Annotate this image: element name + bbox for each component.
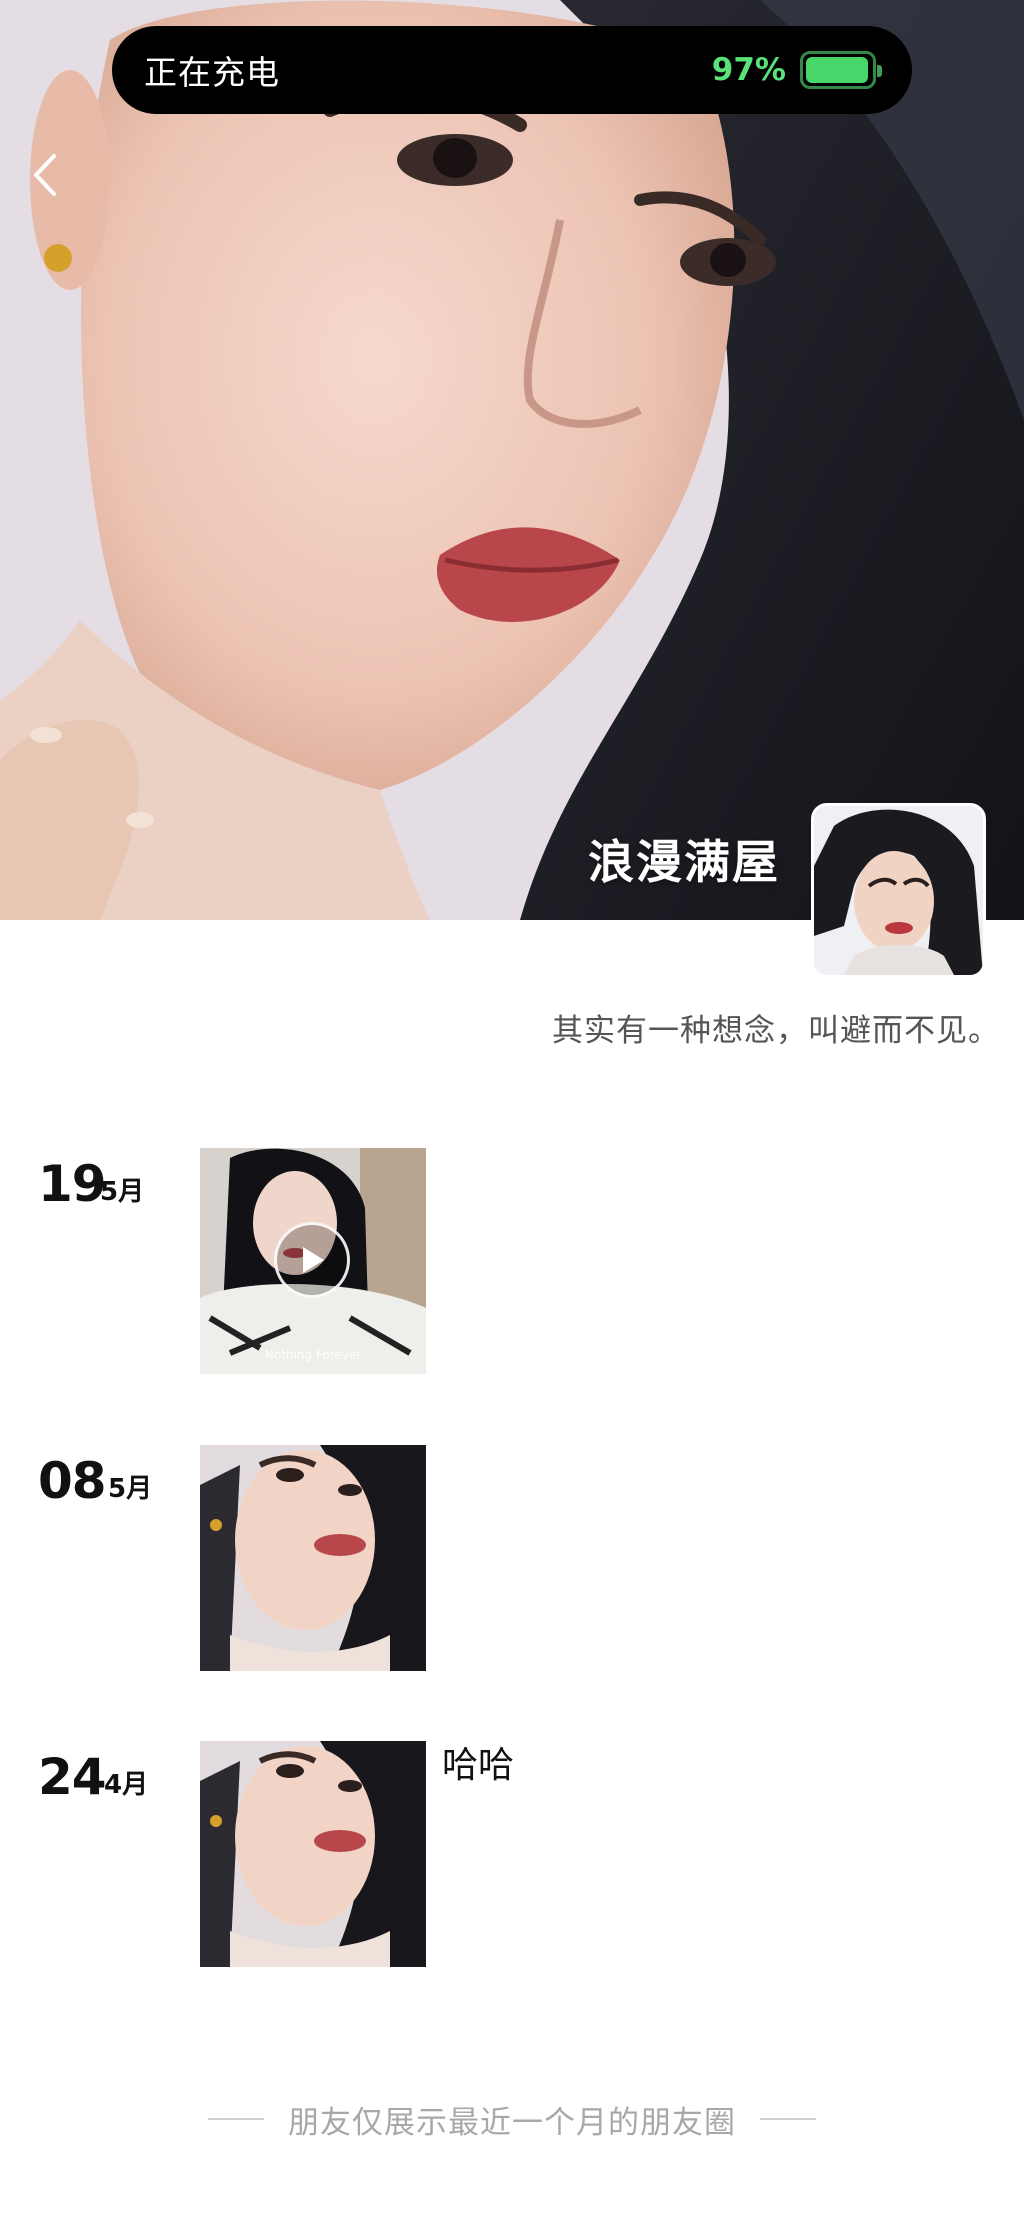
photo-thumbnail-image: [200, 1741, 426, 1967]
battery-percent: 97%: [711, 52, 786, 88]
profile-nickname: 浪漫满屋: [588, 835, 780, 889]
post-date-day: 08: [38, 1452, 107, 1510]
battery-level-fill: [806, 57, 869, 83]
post-video-thumbnail[interactable]: Nothing Forever: [200, 1148, 426, 1374]
avatar-image: [814, 806, 983, 975]
moment-post: 08 5月: [0, 1445, 1024, 1671]
moment-post: 19 5月 Nothing Forever: [0, 1148, 1024, 1374]
post-date-day: 24: [38, 1748, 107, 1806]
moments-footer: 朋友仅展示最近一个月的朋友圈: [0, 2096, 1024, 2142]
battery-cap: [877, 65, 882, 77]
back-button[interactable]: [30, 150, 78, 214]
footer-divider-left: [208, 2118, 264, 2120]
post-text[interactable]: 哈哈: [442, 1741, 514, 1791]
charging-status: 正在充电: [144, 53, 280, 92]
chevron-left-icon: [34, 154, 56, 196]
footer-note: 朋友仅展示最近一个月的朋友圈: [288, 2104, 736, 2141]
play-icon: [303, 1247, 324, 1273]
post-date-month: 5月: [108, 1474, 153, 1504]
profile-signature: 其实有一种想念，叫避而不见。: [552, 1013, 1000, 1049]
status-bar: 正在充电 97%: [112, 26, 912, 114]
post-photo-thumbnail[interactable]: [200, 1445, 426, 1671]
photo-thumbnail-image: [200, 1445, 426, 1671]
avatar[interactable]: [811, 803, 986, 978]
battery-icon: [800, 51, 882, 89]
play-button[interactable]: [274, 1222, 350, 1298]
cover-illustration: [0, 0, 1024, 920]
post-date-month: 4月: [104, 1770, 149, 1800]
footer-divider-right: [760, 2118, 816, 2120]
post-date-month: 5月: [100, 1177, 145, 1207]
post-date-day: 19: [38, 1155, 107, 1213]
moments-profile-page: 正在充电 97% 浪漫满屋 其实有一种想念，叫避而不见。 19 5月 Nothi…: [0, 0, 1024, 2219]
battery-status: 97%: [711, 51, 882, 89]
video-caption: Nothing Forever: [264, 1348, 362, 1362]
moment-post: 24 4月 哈哈: [0, 1741, 1024, 1967]
post-photo-thumbnail[interactable]: [200, 1741, 426, 1967]
cover-photo[interactable]: 正在充电 97% 浪漫满屋: [0, 0, 1024, 920]
